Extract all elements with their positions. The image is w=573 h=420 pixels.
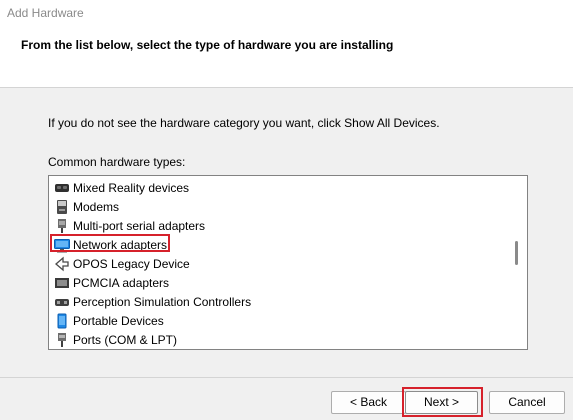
list-item-label: Mixed Reality devices — [73, 180, 190, 195]
back-button[interactable]: < Back — [331, 391, 406, 414]
window-title: Add Hardware — [7, 6, 84, 20]
list-item-mixed-reality-devices[interactable]: Mixed Reality devices — [49, 178, 507, 197]
opos-device-icon — [55, 256, 69, 271]
list-item-network-adapters[interactable]: Network adapters — [49, 234, 507, 254]
list-item-modems[interactable]: Modems — [49, 197, 507, 216]
list-item-label: Perception Simulation Controllers — [73, 294, 252, 309]
perception-controller-icon — [55, 298, 69, 306]
hardware-list-items: Mixed Reality devices Modems Multi-port … — [49, 178, 507, 349]
footer-divider — [0, 377, 573, 378]
list-item-portable-devices[interactable]: Portable Devices — [49, 311, 507, 330]
cancel-button[interactable]: Cancel — [489, 391, 565, 414]
scrollbar-thumb[interactable] — [515, 241, 518, 265]
serial-adapter-icon — [58, 218, 66, 233]
list-item-ports-com-lpt[interactable]: Ports (COM & LPT) — [49, 330, 507, 349]
list-item-label: Modems — [73, 199, 120, 214]
list-item-label: Multi-port serial adapters — [73, 218, 206, 233]
hardware-list-label: Common hardware types: — [48, 155, 186, 169]
page-heading: From the list below, select the type of … — [21, 38, 394, 52]
portable-device-icon — [57, 313, 67, 328]
list-item-label: Network adapters — [73, 237, 168, 252]
mixed-reality-headset-icon — [55, 183, 69, 192]
list-item-label: OPOS Legacy Device — [73, 256, 190, 271]
list-item-pcmcia-adapters[interactable]: PCMCIA adapters — [49, 273, 507, 292]
list-item-multi-port-serial-adapters[interactable]: Multi-port serial adapters — [49, 216, 507, 235]
wizard-header: Add Hardware From the list below, select… — [0, 0, 573, 88]
network-adapter-icon — [54, 238, 70, 252]
next-button[interactable]: Next > — [405, 391, 478, 414]
modem-icon — [57, 199, 67, 214]
list-item-opos-legacy-device[interactable]: OPOS Legacy Device — [49, 254, 507, 273]
pcmcia-adapter-icon — [55, 277, 69, 288]
list-item-label: Portable Devices — [73, 313, 164, 328]
list-item-label: PCMCIA adapters — [73, 275, 170, 290]
list-item-label: Ports (COM & LPT) — [73, 332, 178, 347]
instruction-text: If you do not see the hardware category … — [48, 116, 440, 130]
ports-icon — [58, 332, 66, 347]
hardware-types-listbox[interactable]: Mixed Reality devices Modems Multi-port … — [48, 175, 528, 350]
list-scrollbar[interactable] — [507, 176, 527, 349]
list-item-perception-simulation-controllers[interactable]: Perception Simulation Controllers — [49, 292, 507, 311]
